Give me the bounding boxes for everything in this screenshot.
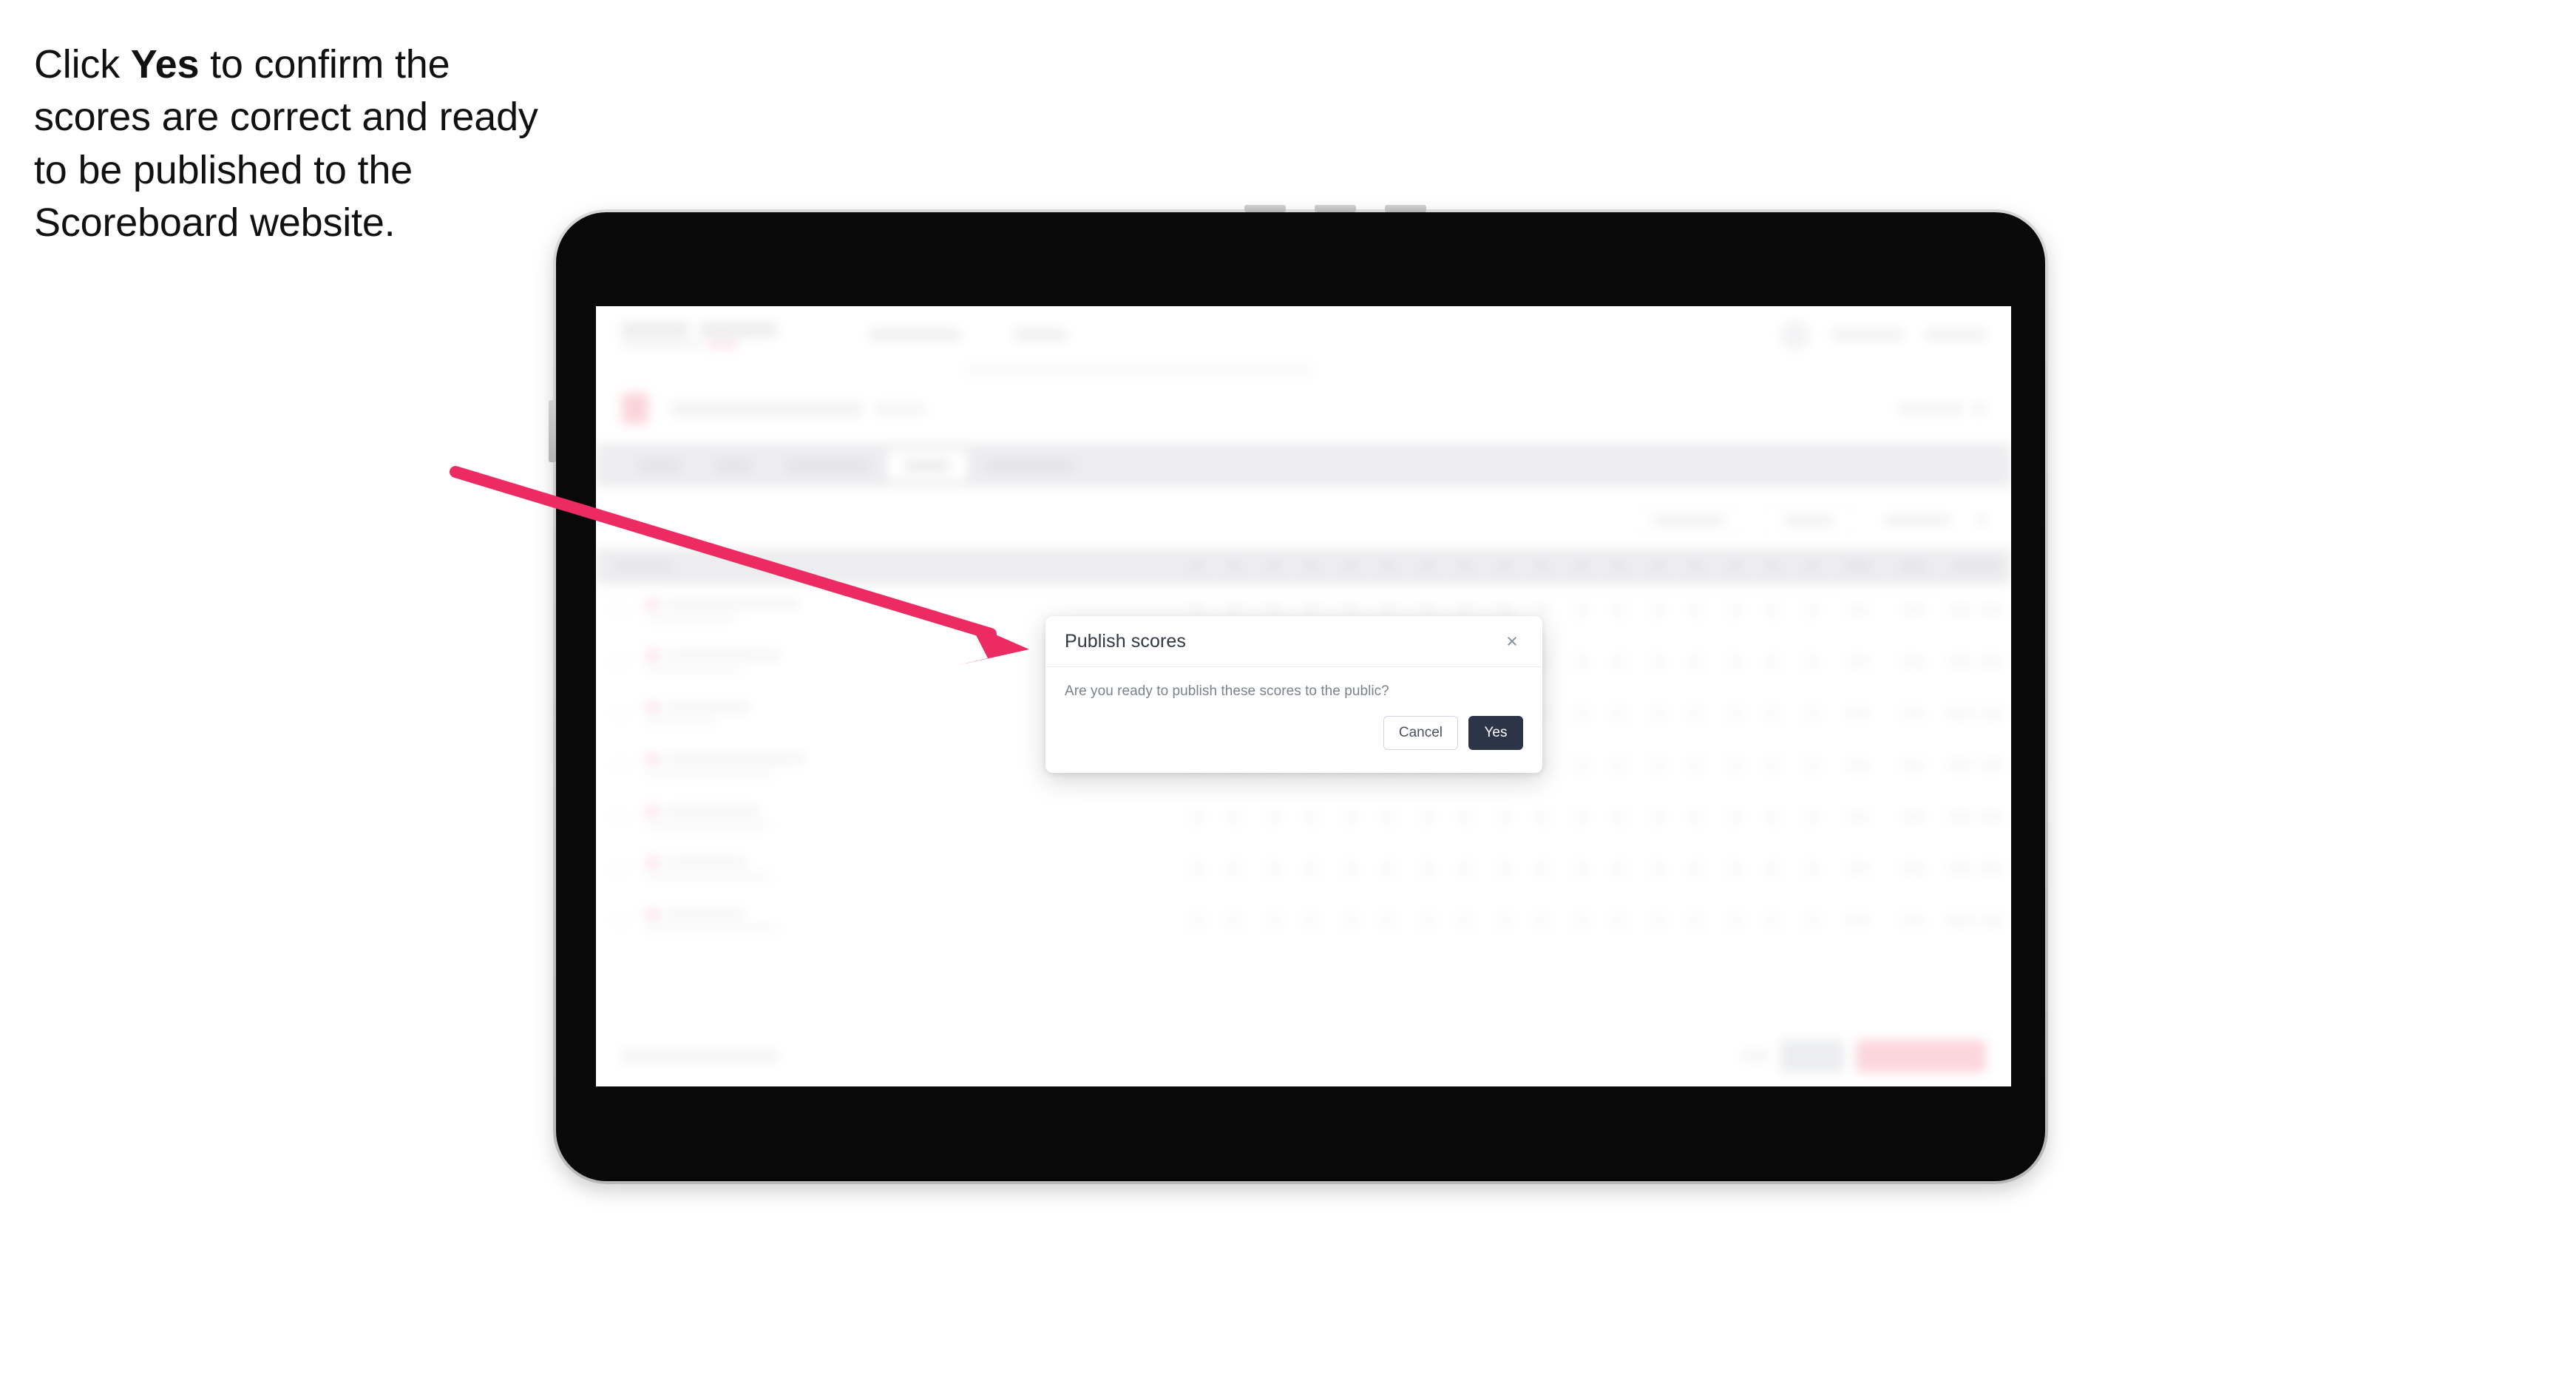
- dialog-actions: Cancel Yes: [1045, 700, 1542, 750]
- close-icon[interactable]: ×: [1501, 630, 1523, 652]
- tablet-screen: Publish scores × Are you ready to publis…: [596, 306, 2011, 1086]
- cancel-button[interactable]: Cancel: [1383, 716, 1458, 750]
- volume-down-button[interactable]: [1315, 205, 1356, 212]
- side-button[interactable]: [549, 400, 556, 462]
- dialog-title: Publish scores: [1065, 630, 1186, 652]
- power-button[interactable]: [1385, 205, 1426, 212]
- volume-up-button[interactable]: [1244, 205, 1286, 212]
- instruction-caption: Click Yes to confirm the scores are corr…: [34, 38, 566, 249]
- tablet-device: Publish scores × Are you ready to publis…: [549, 205, 2048, 1184]
- dialog-body: Are you ready to publish these scores to…: [1045, 667, 1542, 700]
- dialog-header: Publish scores ×: [1045, 616, 1542, 667]
- publish-scores-dialog: Publish scores × Are you ready to publis…: [1045, 616, 1542, 773]
- screenshot-canvas: Click Yes to confirm the scores are corr…: [0, 0, 2576, 1386]
- caption-emphasis: Yes: [130, 42, 200, 87]
- confirm-yes-button[interactable]: Yes: [1468, 716, 1523, 750]
- caption-before: Click: [34, 42, 131, 87]
- tablet-bezel: Publish scores × Are you ready to publis…: [556, 212, 2045, 1181]
- dialog-message: Are you ready to publish these scores to…: [1065, 683, 1389, 699]
